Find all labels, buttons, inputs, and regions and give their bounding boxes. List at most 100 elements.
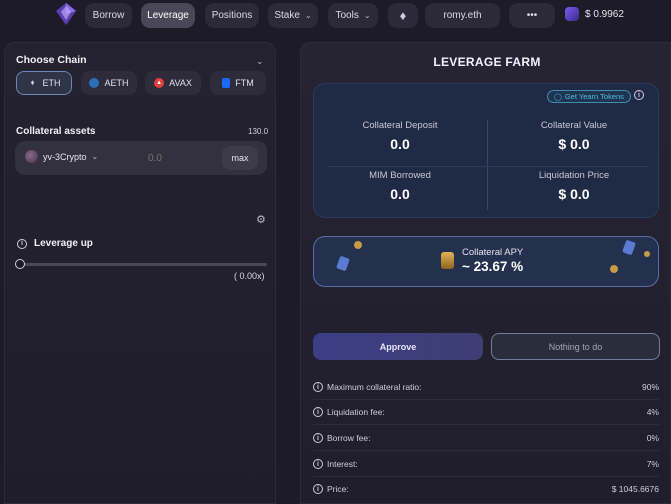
info-icon[interactable]: i [634, 90, 644, 100]
stat-label: Collateral Deposit [362, 120, 438, 131]
info-row-price: i Price: $ 1045.6676 [313, 482, 659, 496]
leverage-settings-panel: Choose Chain ⌄ ♦ ETH AETH ▲ AVAX FTM Col… [4, 42, 276, 504]
avalanche-icon: ▲ [154, 78, 165, 88]
stat-mim-borrowed: MIM Borrowed 0.0 [314, 170, 486, 216]
collateral-amount-input[interactable] [148, 150, 208, 166]
gear-icon[interactable]: ⚙ [256, 213, 266, 226]
info-icon[interactable]: i [313, 382, 323, 392]
yearn-icon: ◯ [554, 93, 562, 101]
more-menu-button[interactable]: ••• [509, 3, 555, 28]
divider [313, 424, 659, 425]
divider [313, 450, 659, 451]
stat-collateral-deposit: Collateral Deposit 0.0 [314, 120, 486, 166]
chain-ftm-button[interactable]: FTM [210, 71, 266, 95]
info-icon[interactable]: i [313, 433, 323, 443]
collateral-apy-banner: Collateral APY ~ 23.67 % [313, 236, 659, 287]
chevron-down-icon: ⌄ [304, 11, 312, 20]
stat-collateral-value: Collateral Value $ 0.0 [488, 120, 660, 166]
chevron-down-icon: ⌄ [363, 11, 371, 20]
leverage-slider-track[interactable] [19, 263, 267, 266]
divider [313, 399, 659, 400]
apy-value: ~ 23.67 % [462, 259, 524, 274]
chevron-down-icon[interactable]: ⌄ [256, 56, 264, 67]
coin-stack-icon [441, 252, 454, 269]
token-name: yv-3Crypto [43, 151, 87, 162]
token-selector[interactable]: yv-3Crypto ⌄ [25, 150, 98, 163]
approve-button-label: Approve [379, 341, 417, 352]
coin-decoration-icon [644, 251, 650, 257]
nav-leverage[interactable]: Leverage [141, 3, 195, 28]
info-icon[interactable]: i [313, 484, 323, 494]
nothing-to-do-button[interactable]: Nothing to do [491, 333, 660, 360]
token-decoration-icon [622, 239, 636, 256]
chain-eth-button[interactable]: ♦ ETH [16, 71, 72, 95]
info-label: Interest: [327, 459, 358, 469]
apy-label: Collateral APY [462, 247, 524, 258]
nav-tools-label: Tools [335, 10, 359, 21]
stat-value: 0.0 [390, 186, 410, 202]
info-label: Maximum collateral ratio: [327, 382, 422, 392]
stat-value: $ 0.0 [558, 136, 590, 152]
nav-stake-label: Stake [274, 10, 300, 21]
leverage-up-title: Leverage up [34, 238, 93, 249]
apy-content: Collateral APY ~ 23.67 % [441, 247, 523, 274]
fantom-icon [222, 78, 231, 88]
yv-3crypto-token-icon [25, 150, 38, 163]
info-row-liquidation-fee: i Liquidation fee: 4% [313, 405, 659, 419]
info-icon[interactable]: i [17, 238, 27, 249]
chain-ftm-label: FTM [235, 78, 254, 88]
collateral-balance: 130.0 [248, 127, 269, 136]
get-yearn-tokens-link[interactable]: ◯ Get Yearn Tokens [547, 90, 631, 103]
info-value: 0% [646, 433, 659, 443]
info-row-interest: i Interest: 7% [313, 457, 659, 471]
leverage-farm-panel: LEVERAGE FARM ◯ Get Yearn Tokens i Colla… [300, 42, 671, 504]
spell-token-icon [565, 7, 579, 21]
coin-decoration-icon [610, 265, 618, 273]
max-button[interactable]: max [222, 146, 258, 170]
arbitrum-icon [89, 78, 100, 88]
account-button[interactable]: romy.eth [425, 3, 500, 28]
stat-label: Liquidation Price [538, 170, 610, 181]
nav-positions[interactable]: Positions [205, 3, 259, 28]
abracadabra-logo-icon[interactable] [55, 2, 77, 26]
chain-aeth-button[interactable]: AETH [81, 71, 137, 95]
divider [313, 476, 659, 477]
approve-button[interactable]: Approve [313, 333, 483, 360]
info-icon[interactable]: i [313, 407, 323, 417]
divider [328, 166, 648, 167]
chevron-down-icon: ⌄ [91, 152, 99, 161]
coin-decoration-icon [354, 241, 362, 249]
network-selector[interactable]: ♦ [388, 3, 418, 28]
nav-stake[interactable]: Stake ⌄ [268, 3, 318, 28]
choose-chain-title: Choose Chain [16, 54, 87, 66]
leverage-slider-thumb[interactable] [15, 259, 25, 269]
spell-price-value: $ 0.9962 [585, 8, 624, 20]
info-value: 4% [646, 407, 659, 417]
chain-eth-label: ETH [42, 78, 61, 88]
nav-borrow[interactable]: Borrow [85, 3, 132, 28]
nav-tools[interactable]: Tools ⌄ [328, 3, 378, 28]
position-stats-box: ◯ Get Yearn Tokens i Collateral Deposit … [313, 83, 659, 218]
info-icon[interactable]: i [313, 459, 323, 469]
leverage-up-header: i Leverage up [17, 238, 93, 249]
collateral-assets-title: Collateral assets [16, 126, 96, 137]
stat-liquidation-price: Liquidation Price $ 0.0 [488, 170, 660, 216]
token-decoration-icon [336, 255, 350, 272]
info-label: Liquidation fee: [327, 407, 385, 417]
more-dots-icon: ••• [526, 10, 538, 21]
chain-avax-label: AVAX [169, 78, 192, 88]
collateral-input-box: yv-3Crypto ⌄ max [15, 141, 267, 175]
info-value: 7% [646, 459, 659, 469]
info-value: $ 1045.6676 [611, 484, 659, 494]
stat-label: MIM Borrowed [369, 170, 431, 181]
chain-avax-button[interactable]: ▲ AVAX [145, 71, 201, 95]
info-value: 90% [641, 382, 659, 392]
nav-borrow-label: Borrow [92, 10, 125, 21]
max-button-label: max [231, 153, 249, 163]
info-label: Price: [327, 484, 349, 494]
top-navigation: Borrow Leverage Positions Stake ⌄ Tools … [0, 0, 671, 30]
chain-aeth-label: AETH [104, 78, 129, 88]
spell-price[interactable]: $ 0.9962 [565, 7, 624, 21]
nothing-to-do-label: Nothing to do [548, 341, 603, 352]
stat-value: $ 0.0 [558, 186, 590, 202]
